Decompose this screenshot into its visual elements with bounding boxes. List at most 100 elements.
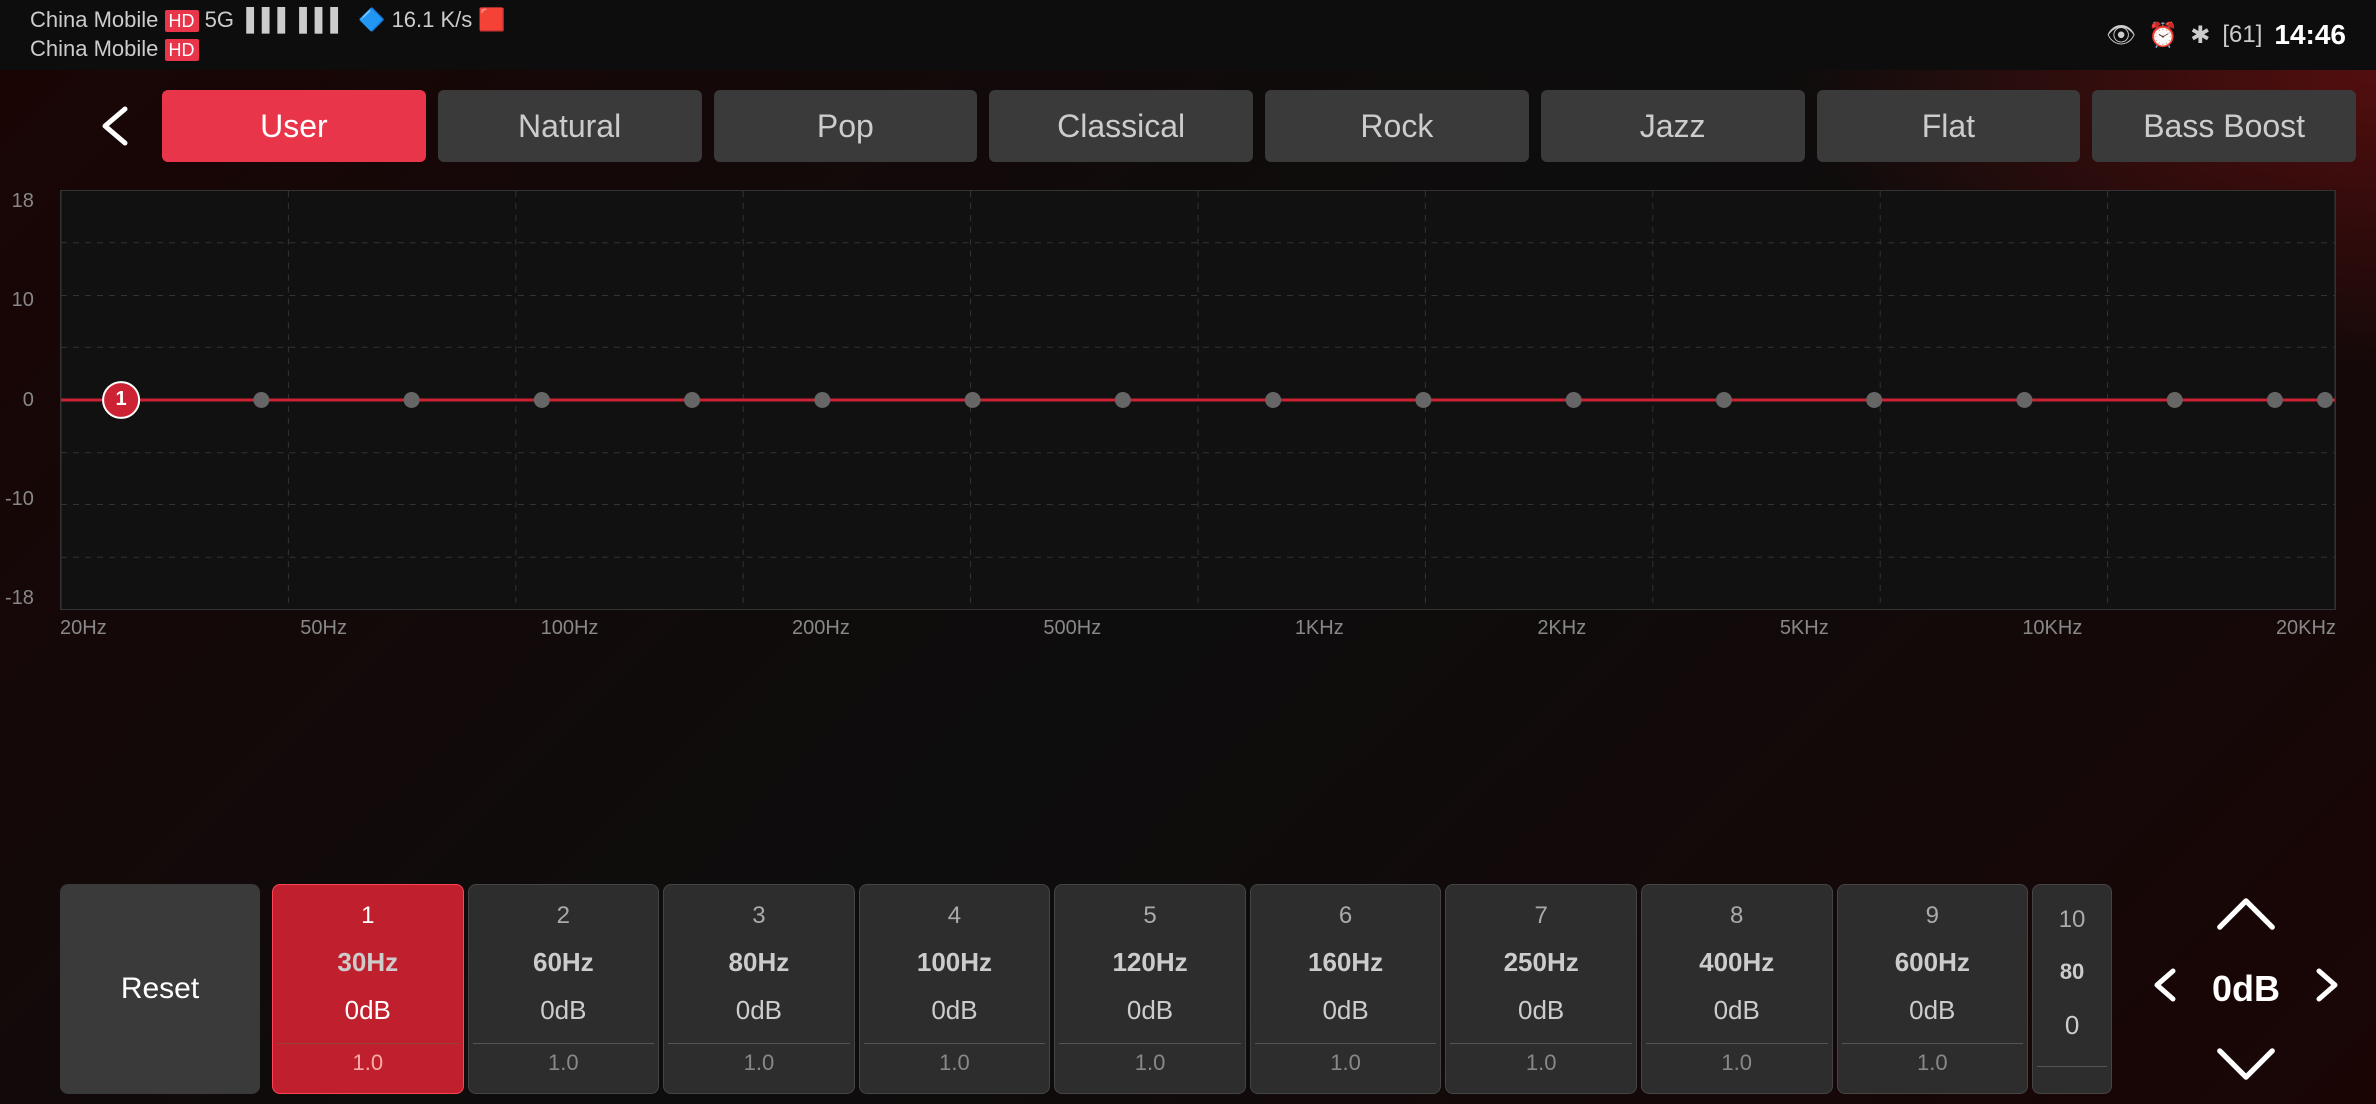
right-controls: 0dB: [2116, 874, 2376, 1104]
band-6-db: 0dB: [1322, 995, 1368, 1026]
band-6-freq: 160Hz: [1308, 947, 1383, 978]
tab-user[interactable]: User: [162, 90, 426, 162]
current-db-display: 0dB: [2206, 968, 2286, 1010]
x-label-10khz: 10KHz: [2022, 617, 2082, 640]
bluetooth-icon: ✱: [2190, 21, 2210, 50]
tab-pop[interactable]: Pop: [714, 90, 978, 162]
band-7-db: 0dB: [1518, 995, 1564, 1026]
band-2[interactable]: 2 60Hz 0dB 1.0: [468, 884, 660, 1094]
alarm-icon: ⏰: [2148, 21, 2178, 50]
band-3-num: 3: [752, 902, 765, 930]
band-4-freq: 100Hz: [917, 947, 992, 978]
carrier-info: China Mobile HD 5G ▌▌▌ ▌▌▌ 🔷 16.1 K/s 🟥 …: [30, 6, 506, 63]
y-label-10: 10: [5, 289, 34, 312]
band-7-freq: 250Hz: [1504, 947, 1579, 978]
band-7-q: 1.0: [1450, 1043, 1632, 1076]
eq-chart[interactable]: 1: [60, 190, 2336, 610]
carrier2-label: China Mobile HD: [30, 35, 506, 64]
band-1-num: 1: [361, 902, 374, 930]
band-10-freq: 80: [2060, 959, 2084, 985]
band-2-q: 1.0: [473, 1043, 655, 1076]
band-8-freq: 400Hz: [1699, 947, 1774, 978]
eye-icon: 👁: [2106, 21, 2136, 50]
band-5-freq: 120Hz: [1112, 947, 1187, 978]
band-8-num: 8: [1730, 902, 1743, 930]
band-7[interactable]: 7 250Hz 0dB 1.0: [1445, 884, 1637, 1094]
tab-rock[interactable]: Rock: [1265, 90, 1529, 162]
band-5-q: 1.0: [1059, 1043, 1241, 1076]
band-8[interactable]: 8 400Hz 0dB 1.0: [1641, 884, 1833, 1094]
decrease-db-button[interactable]: [2206, 1034, 2286, 1094]
tab-flat[interactable]: Flat: [1817, 90, 2081, 162]
band-4-db: 0dB: [931, 995, 977, 1026]
x-label-5khz: 5KHz: [1780, 617, 1829, 640]
band-2-freq: 60Hz: [533, 947, 594, 978]
band-10-num: 10: [2059, 906, 2086, 934]
eq-chart-container: 18 10 0 -10 -18: [60, 190, 2336, 610]
band-8-db: 0dB: [1714, 995, 1760, 1026]
band-9[interactable]: 9 600Hz 0dB 1.0: [1837, 884, 2029, 1094]
band-1-db: 0dB: [345, 995, 391, 1026]
x-label-500hz: 500Hz: [1043, 617, 1101, 640]
time-display: 14:46: [2274, 19, 2346, 51]
band-9-num: 9: [1926, 902, 1939, 930]
band-3-freq: 80Hz: [729, 947, 790, 978]
x-label-20hz: 20Hz: [60, 617, 107, 640]
band-5-num: 5: [1143, 902, 1156, 930]
band-8-q: 1.0: [1646, 1043, 1828, 1076]
y-label-neg10: -10: [5, 488, 34, 511]
y-label-18: 18: [5, 190, 34, 213]
band-5-db: 0dB: [1127, 995, 1173, 1026]
tab-natural[interactable]: Natural: [438, 90, 702, 162]
status-bar: China Mobile HD 5G ▌▌▌ ▌▌▌ 🔷 16.1 K/s 🟥 …: [0, 0, 2376, 70]
band-6[interactable]: 6 160Hz 0dB 1.0: [1250, 884, 1442, 1094]
band-3-db: 0dB: [736, 995, 782, 1026]
x-label-200hz: 200Hz: [792, 617, 850, 640]
carrier1-label: China Mobile HD 5G ▌▌▌ ▌▌▌ 🔷 16.1 K/s 🟥: [30, 6, 506, 35]
reset-button[interactable]: Reset: [60, 884, 260, 1094]
band-9-freq: 600Hz: [1895, 947, 1970, 978]
y-label-0: 0: [5, 389, 34, 412]
db-display-row: 0dB: [2140, 964, 2352, 1014]
band-9-q: 1.0: [1842, 1043, 2024, 1076]
x-label-100hz: 100Hz: [541, 617, 599, 640]
band-4-q: 1.0: [864, 1043, 1046, 1076]
preset-tabs: User Natural Pop Classical Rock Jazz Fla…: [80, 90, 2356, 162]
main-content: User Natural Pop Classical Rock Jazz Fla…: [0, 70, 2376, 1104]
prev-band-button[interactable]: [2140, 964, 2190, 1014]
band-9-db: 0dB: [1909, 995, 1955, 1026]
band-2-num: 2: [557, 902, 570, 930]
band-10-q: [2037, 1066, 2107, 1073]
next-band-button[interactable]: [2302, 964, 2352, 1014]
y-axis-labels: 18 10 0 -10 -18: [5, 190, 34, 610]
tab-classical[interactable]: Classical: [989, 90, 1253, 162]
x-label-50hz: 50Hz: [300, 617, 347, 640]
increase-db-button[interactable]: [2206, 884, 2286, 944]
back-button[interactable]: [80, 91, 150, 161]
svg-text:1: 1: [116, 388, 127, 410]
band-3[interactable]: 3 80Hz 0dB 1.0: [663, 884, 855, 1094]
tab-jazz[interactable]: Jazz: [1541, 90, 1805, 162]
status-right: 👁 ⏰ ✱ [61] 14:46: [2106, 19, 2346, 51]
band-controls: Reset 1 30Hz 0dB 1.0 2 60Hz 0dB 1.0 3 80…: [0, 874, 2376, 1104]
band-5[interactable]: 5 120Hz 0dB 1.0: [1054, 884, 1246, 1094]
x-label-20khz: 20KHz: [2276, 617, 2336, 640]
x-label-2khz: 2KHz: [1537, 617, 1586, 640]
x-axis-labels: 20Hz 50Hz 100Hz 200Hz 500Hz 1KHz 2KHz 5K…: [60, 617, 2336, 640]
y-label-neg18: -18: [5, 587, 34, 610]
band-1-freq: 30Hz: [337, 947, 398, 978]
band-3-q: 1.0: [668, 1043, 850, 1076]
band-1[interactable]: 1 30Hz 0dB 1.0: [272, 884, 464, 1094]
band-10-db: 0: [2065, 1010, 2079, 1041]
band-4[interactable]: 4 100Hz 0dB 1.0: [859, 884, 1051, 1094]
band-4-num: 4: [948, 902, 961, 930]
band-6-q: 1.0: [1255, 1043, 1437, 1076]
band-1-q: 1.0: [277, 1043, 459, 1076]
bands-area: 1 30Hz 0dB 1.0 2 60Hz 0dB 1.0 3 80Hz 0dB…: [268, 874, 2116, 1104]
battery-indicator: [61]: [2222, 21, 2262, 49]
tab-bass-boost[interactable]: Bass Boost: [2092, 90, 2356, 162]
x-label-1khz: 1KHz: [1295, 617, 1344, 640]
band-6-num: 6: [1339, 902, 1352, 930]
band-10[interactable]: 10 80 0: [2032, 884, 2112, 1094]
band-2-db: 0dB: [540, 995, 586, 1026]
